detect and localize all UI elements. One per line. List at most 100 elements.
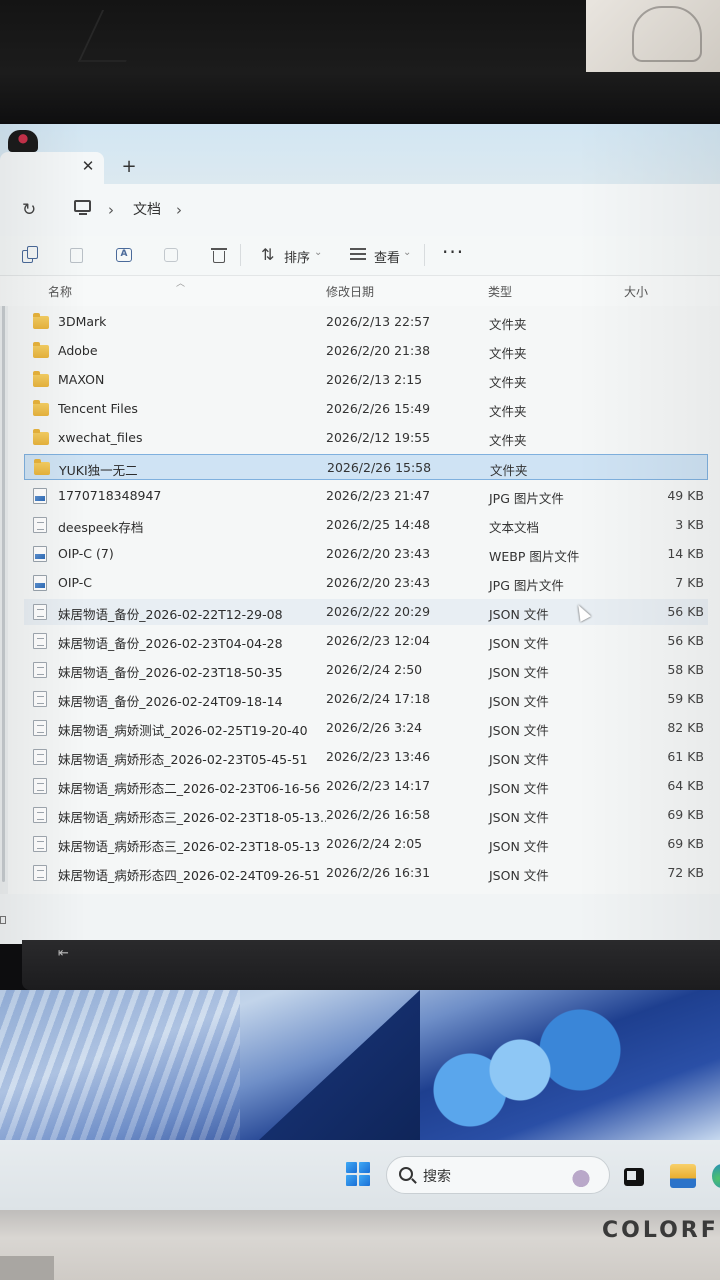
file-name: 妹居物语_备份_2026-02-23T18-50-35 xyxy=(58,665,283,680)
file-name: 妹居物语_病娇形态三_2026-02-23T18-05-13 xyxy=(58,839,321,854)
edge-browser-icon[interactable] xyxy=(712,1164,720,1188)
refresh-icon[interactable]: ↻ xyxy=(22,200,42,220)
file-type: JSON 文件 xyxy=(489,665,549,680)
file-row[interactable]: xwechat_files 2026/2/12 19:55 文件夹 xyxy=(24,425,708,451)
more-options-button[interactable]: ··· xyxy=(442,240,464,264)
file-row[interactable]: 妹居物语_病娇形态三_2026-02-23T18-05-13 2026/2/24 … xyxy=(24,831,708,857)
file-type: 文件夹 xyxy=(489,433,527,448)
image-file-icon xyxy=(33,488,47,504)
file-size: 56 KB xyxy=(667,633,704,648)
file-row[interactable]: 妹居物语_病娇形态四_2026-02-24T09-26-51 2026/2/26 … xyxy=(24,860,708,886)
toolbar-divider xyxy=(424,244,425,266)
file-size: 64 KB xyxy=(667,778,704,793)
file-type: 文件夹 xyxy=(489,404,527,419)
file-row[interactable]: OIP-C 2026/2/20 23:43 JPG 图片文件 7 KB xyxy=(24,570,708,596)
sort-arrow-icon: ︿ xyxy=(176,279,186,289)
file-row[interactable]: Tencent Files 2026/2/26 15:49 文件夹 xyxy=(24,396,708,422)
chevron-down-icon[interactable]: ⌄ xyxy=(403,247,411,258)
chevron-down-icon[interactable]: ⌄ xyxy=(314,247,322,258)
file-type: 文件夹 xyxy=(489,317,527,332)
file-name: deespeek存档 xyxy=(58,520,144,535)
file-name: 妹居物语_病娇形态三_2026-02-23T18-05-13... xyxy=(58,810,326,825)
taskbar-search[interactable]: 搜索 xyxy=(386,1156,610,1194)
column-header-size[interactable]: 大小 xyxy=(624,283,648,300)
this-pc-icon[interactable] xyxy=(74,200,92,216)
file-modified-date: 2026/2/23 14:17 xyxy=(326,778,431,793)
file-modified-date: 2026/2/13 2:15 xyxy=(326,372,423,387)
column-header-type[interactable]: 类型 xyxy=(488,283,512,300)
file-type: JSON 文件 xyxy=(489,607,549,622)
file-modified-date: 2026/2/23 12:04 xyxy=(326,633,431,648)
file-name: 妹居物语_病娇形态四_2026-02-24T09-26-51 xyxy=(58,868,321,883)
file-name: OIP-C (7) xyxy=(58,546,114,561)
details-view-icon[interactable] xyxy=(0,916,6,924)
taskbar: 搜索 xyxy=(0,1140,720,1210)
file-row[interactable]: 妹居物语_病娇测试_2026-02-25T19-20-40 2026/2/26 3… xyxy=(24,715,708,741)
rename-icon[interactable]: A xyxy=(116,246,134,264)
desktop-wallpaper xyxy=(0,990,720,1140)
share-icon[interactable] xyxy=(162,246,180,264)
file-name: OIP-C xyxy=(58,575,93,590)
folder-icon xyxy=(33,371,49,387)
file-explorer-window: ✕ + ↻ › 文档 › A ⇅ 排序 ⌄ 查看 ⌄ ··· ︿ 名称 修改日期… xyxy=(0,124,720,944)
column-headers: ︿ 名称 修改日期 类型 大小 xyxy=(0,276,720,306)
file-size: 49 KB xyxy=(667,488,704,503)
file-row[interactable]: OIP-C (7) 2026/2/20 23:43 WEBP 图片文件 14 KB xyxy=(24,541,708,567)
status-bar xyxy=(0,894,720,944)
file-modified-date: 2026/2/24 2:50 xyxy=(326,662,423,677)
search-icon xyxy=(399,1167,413,1181)
file-row[interactable]: 妹居物语_备份_2026-02-23T18-50-35 2026/2/24 2:5… xyxy=(24,657,708,683)
sort-icon[interactable]: ⇅ xyxy=(261,245,274,264)
file-type: JSON 文件 xyxy=(489,694,549,709)
folder-icon xyxy=(34,459,50,475)
document-icon xyxy=(33,604,47,620)
chevron-right-icon[interactable]: › xyxy=(108,201,114,219)
file-row[interactable]: deespeek存档 2026/2/25 14:48 文本文档 3 KB xyxy=(24,512,708,538)
wallpaper-hair xyxy=(0,990,240,1140)
column-header-date[interactable]: 修改日期 xyxy=(326,283,374,300)
file-row[interactable]: 1770718348947 2026/2/23 21:47 JPG 图片文件 49 K… xyxy=(24,483,708,509)
task-view-icon[interactable] xyxy=(624,1168,644,1186)
file-explorer-taskbar-icon[interactable] xyxy=(670,1164,696,1188)
file-row[interactable]: 妹居物语_病娇形态二_2026-02-23T06-16-56 2026/2/23 … xyxy=(24,773,708,799)
monitor-top-bezel xyxy=(0,0,720,122)
file-modified-date: 2026/2/20 23:43 xyxy=(326,546,431,561)
file-name: xwechat_files xyxy=(58,430,143,445)
copy-icon[interactable] xyxy=(22,246,40,264)
file-row[interactable]: YUKI独一无二 2026/2/26 15:58 文件夹 xyxy=(24,454,708,480)
file-row[interactable]: 妹居物语_病娇形态三_2026-02-23T18-05-13... 2026/2/… xyxy=(24,802,708,828)
command-bar: A ⇅ 排序 ⌄ 查看 ⌄ ··· xyxy=(0,236,720,276)
file-row[interactable]: MAXON 2026/2/13 2:15 文件夹 xyxy=(24,367,708,393)
view-button[interactable]: 查看 xyxy=(374,247,400,266)
file-modified-date: 2026/2/12 19:55 xyxy=(326,430,431,445)
column-header-name[interactable]: 名称 xyxy=(48,283,72,300)
breadcrumb-documents[interactable]: 文档 xyxy=(133,199,161,219)
scrollbar-thumb[interactable] xyxy=(2,282,5,882)
close-icon[interactable]: ✕ xyxy=(80,158,96,174)
file-size: 7 KB xyxy=(675,575,704,590)
file-row[interactable]: 妹居物语_备份_2026-02-23T04-04-28 2026/2/23 12:… xyxy=(24,628,708,654)
view-icon[interactable] xyxy=(350,248,366,260)
file-name: MAXON xyxy=(58,372,105,387)
chevron-right-icon[interactable]: › xyxy=(176,201,182,219)
file-row[interactable]: 妹居物语_备份_2026-02-24T09-18-14 2026/2/24 17:… xyxy=(24,686,708,712)
file-type: JSON 文件 xyxy=(489,839,549,854)
file-name: 1770718348947 xyxy=(58,488,162,503)
address-bar: ↻ › 文档 › xyxy=(0,184,720,236)
file-modified-date: 2026/2/26 3:24 xyxy=(326,720,423,735)
sort-button[interactable]: 排序 xyxy=(284,247,310,266)
file-type: JPG 图片文件 xyxy=(489,491,564,506)
file-modified-date: 2026/2/26 15:58 xyxy=(327,460,432,475)
paste-icon[interactable] xyxy=(68,246,86,264)
collapse-left-icon[interactable]: ⇤ xyxy=(58,946,69,961)
file-row[interactable]: 妹居物语_病娇形态_2026-02-23T05-45-51 2026/2/23 1… xyxy=(24,744,708,770)
start-button[interactable] xyxy=(346,1162,370,1186)
file-modified-date: 2026/2/22 20:29 xyxy=(326,604,431,619)
file-row[interactable]: 3DMark 2026/2/13 22:57 文件夹 xyxy=(24,309,708,335)
delete-icon[interactable] xyxy=(210,246,228,264)
file-row[interactable]: Adobe 2026/2/20 21:38 文件夹 xyxy=(24,338,708,364)
new-tab-button[interactable]: + xyxy=(120,158,138,176)
app-avatar-icon[interactable] xyxy=(8,130,38,152)
search-highlight-icon xyxy=(567,1163,595,1189)
file-row[interactable]: 妹居物语_备份_2026-02-22T12-29-08 2026/2/22 20:… xyxy=(24,599,708,625)
